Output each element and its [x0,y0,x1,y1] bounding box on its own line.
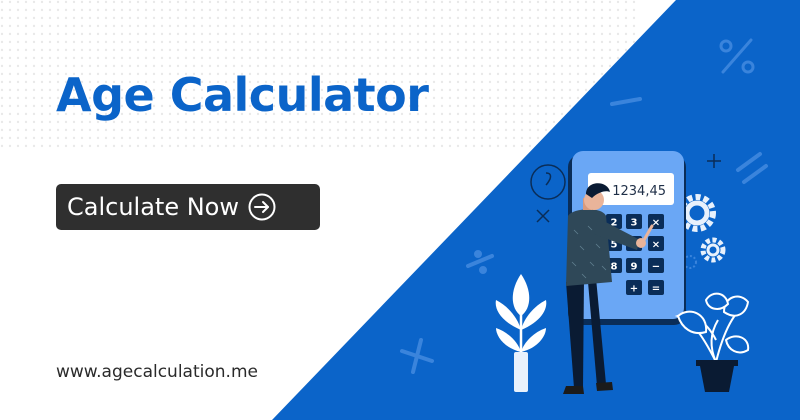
calculator-key-label: 8 [611,262,618,273]
calculate-now-button[interactable]: Calculate Now [56,184,320,230]
calculate-now-label: Calculate Now [67,193,239,221]
calculator-key-label: 9 [631,262,638,273]
calculator-key-label: 3 [631,218,638,229]
website-url: www.agecalculation.me [56,362,258,382]
calculator-key-label: = [652,284,660,295]
calculator-key-label: × [652,240,660,251]
calculator-key-label: + [630,284,638,295]
calculator-display-value: 1234,45 [612,184,666,199]
page-title: Age Calculator [56,68,429,122]
calculator-key-label: − [652,262,660,273]
arrow-right-circle-icon [247,192,277,222]
age-calculator-banner: 1234,45 23×56×89−+= [0,0,800,420]
